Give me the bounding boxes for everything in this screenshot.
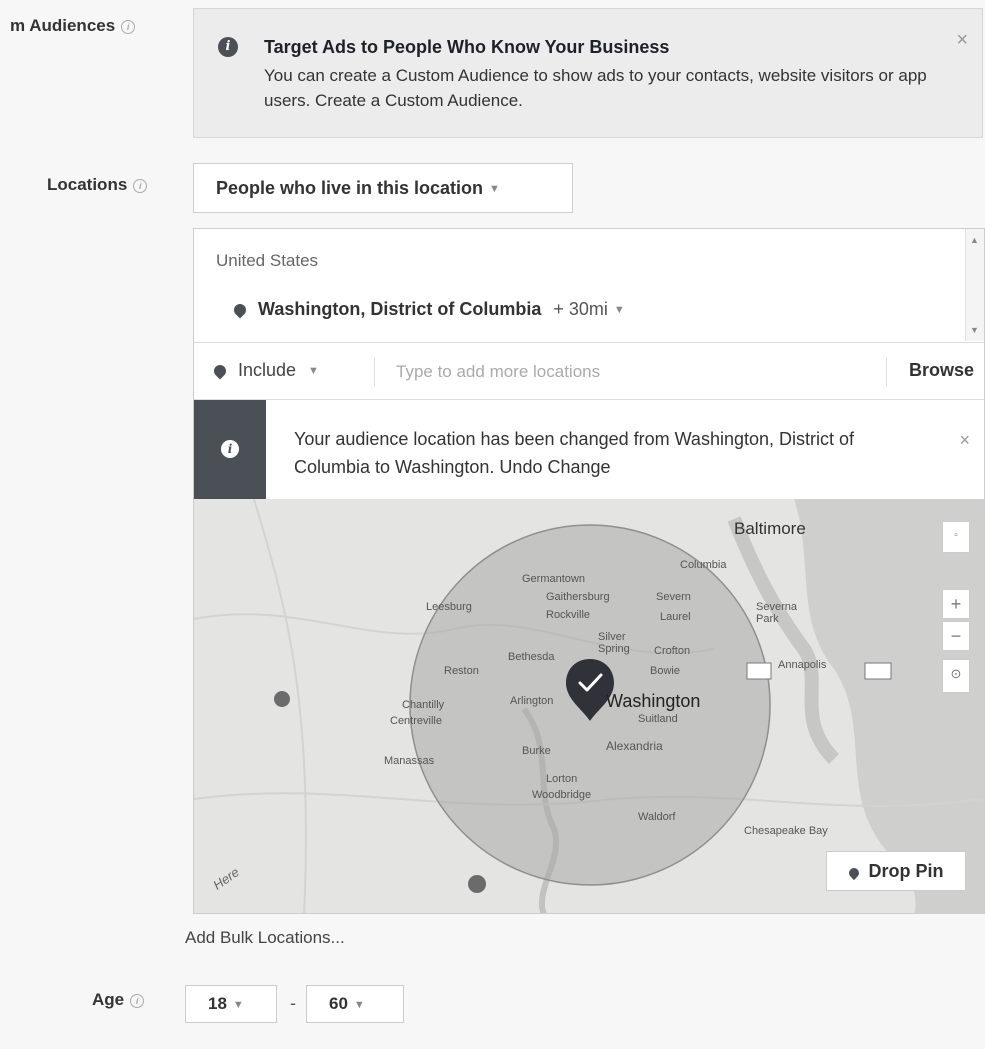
map-label-leesburg: Leesburg xyxy=(426,601,472,613)
divider xyxy=(886,358,887,386)
age-min-select[interactable]: 18 ▼ xyxy=(185,985,277,1023)
pin-icon xyxy=(846,865,861,881)
pin-icon xyxy=(211,362,229,380)
age-min-value: 18 xyxy=(208,994,227,1013)
selected-location[interactable]: Washington, District of Columbia + 30mi ▼ xyxy=(231,299,625,320)
location-box: United States Washington, District of Co… xyxy=(193,228,985,914)
route-shield-icon xyxy=(746,662,772,680)
info-icon[interactable]: i xyxy=(133,178,148,193)
custom-audiences-label-text: m Audiences xyxy=(10,16,116,35)
include-row: Include ▼ Browse xyxy=(194,342,984,400)
map-label-baltimore: Baltimore xyxy=(734,519,806,538)
custom-audience-tip: i Target Ads to People Who Know Your Bus… xyxy=(193,8,983,138)
chevron-down-icon: ▼ xyxy=(613,304,625,317)
zoom-out-button[interactable]: − xyxy=(942,621,970,651)
map-label-chesapeake-bay: Chesapeake Bay xyxy=(744,825,828,837)
tip-close-icon[interactable]: × xyxy=(956,29,968,52)
location-type-select[interactable]: People who live in this location ▼ xyxy=(193,163,573,213)
chevron-down-icon: ▼ xyxy=(353,998,365,1011)
map-label-burke: Burke xyxy=(522,745,551,757)
map-label-bowie: Bowie xyxy=(650,665,680,677)
custom-audiences-label: m Audiences i xyxy=(10,16,136,36)
divider xyxy=(374,358,375,386)
locations-label-text: Locations xyxy=(47,175,128,194)
map-label-germantown: Germantown xyxy=(522,573,585,585)
age-label: Age i xyxy=(92,990,145,1010)
chevron-down-icon: ▼ xyxy=(489,183,500,196)
map-label-bethesda: Bethesda xyxy=(508,651,555,663)
tip-title: Target Ads to People Who Know Your Busin… xyxy=(264,37,670,57)
info-icon[interactable]: i xyxy=(130,993,145,1008)
drop-pin-button[interactable]: Drop Pin xyxy=(826,851,966,891)
map-label-crofton: Crofton xyxy=(654,645,691,657)
map-label-gaithersburg: Gaithersburg xyxy=(546,591,610,603)
map-label-woodbridge: Woodbridge xyxy=(532,789,592,801)
location-name: Washington, District of Columbia xyxy=(258,299,542,319)
age-max-select[interactable]: 60 ▼ xyxy=(306,985,404,1023)
radius-select[interactable]: + 30mi ▼ xyxy=(553,299,624,319)
include-select[interactable]: Include ▼ xyxy=(211,360,319,381)
highway-shield-icon xyxy=(468,875,486,893)
map-label-suitland: Suitland xyxy=(638,713,678,725)
country-label: United States xyxy=(216,251,319,270)
add-bulk-locations-link[interactable]: Add Bulk Locations... xyxy=(185,928,345,948)
scroll-down-icon[interactable]: ▼ xyxy=(970,325,979,335)
route-shield-icon xyxy=(864,662,892,680)
notice-message: Your audience location has been changed … xyxy=(294,429,855,477)
map-label-rockville: Rockville xyxy=(546,609,591,621)
location-map[interactable]: Baltimore Washington Germantown Gaithers… xyxy=(194,499,984,913)
scroll-up-icon[interactable]: ▲ xyxy=(970,235,979,245)
drop-pin-label: Drop Pin xyxy=(868,861,944,881)
notice-close-icon[interactable]: × xyxy=(959,430,970,451)
browse-button[interactable]: Browse xyxy=(909,360,974,381)
location-list-scrollbar[interactable]: ▲ ▼ xyxy=(965,229,984,341)
map-label-centreville: Centreville xyxy=(390,715,442,727)
highway-shield-icon xyxy=(274,691,290,707)
map-label-laurel: Laurel xyxy=(660,611,691,623)
chevron-down-icon: ▼ xyxy=(232,998,244,1011)
location-search-input[interactable] xyxy=(394,353,868,391)
locations-label: Locations i xyxy=(47,175,148,195)
map-label-annapolis: Annapolis xyxy=(778,659,827,671)
map-label-arlington: Arlington xyxy=(510,695,554,707)
info-circle-icon: i xyxy=(221,440,239,458)
age-range-dash: - xyxy=(290,993,296,1013)
map-label-lorton: Lorton xyxy=(546,773,578,785)
location-change-notice: i Your audience location has been change… xyxy=(194,400,984,499)
radius-value: + 30mi xyxy=(553,299,608,319)
map-label-reston: Reston xyxy=(444,665,479,677)
map-label-severna-park: Severna Park xyxy=(756,601,797,625)
info-circle-icon: i xyxy=(218,37,238,57)
map-label-severn: Severn xyxy=(656,591,691,603)
map-label-waldorf: Waldorf xyxy=(638,811,676,823)
include-value: Include xyxy=(238,360,297,380)
map-label-silver-spring: Silver Spring xyxy=(598,631,630,655)
chevron-down-icon: ▼ xyxy=(308,365,319,378)
map-layer-toggle[interactable]: ▫ xyxy=(942,521,970,553)
map-label-washington: Washington xyxy=(606,691,701,711)
tip-body: You can create a Custom Audience to show… xyxy=(264,66,927,110)
info-icon[interactable]: i xyxy=(121,19,136,34)
recenter-icon[interactable]: ⊙ xyxy=(942,659,970,693)
age-label-text: Age xyxy=(92,990,125,1009)
notice-sidebar: i xyxy=(194,400,266,499)
age-max-value: 60 xyxy=(329,994,348,1013)
pin-icon xyxy=(231,301,249,319)
map-label-columbia: Columbia xyxy=(680,559,727,571)
map-label-manassas: Manassas xyxy=(384,755,435,767)
zoom-in-button[interactable]: + xyxy=(942,589,970,619)
map-label-alexandria: Alexandria xyxy=(606,739,663,753)
map-label-chantilly: Chantilly xyxy=(402,699,445,711)
location-type-value: People who live in this location xyxy=(216,178,484,198)
